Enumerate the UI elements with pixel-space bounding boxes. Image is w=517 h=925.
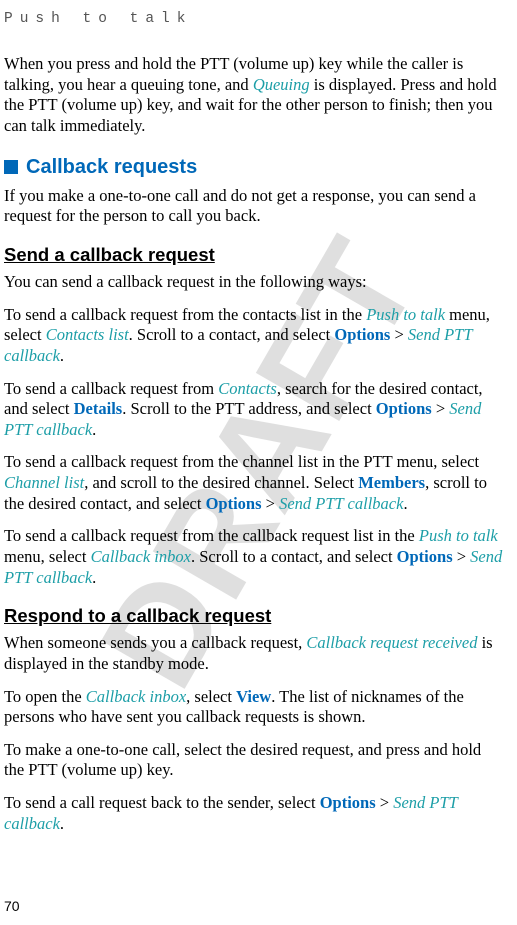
text: . [92,420,96,439]
text: > [432,399,450,418]
page-content: Push to talk When you press and hold the… [4,10,505,834]
ptt-term: Push to talk [366,305,445,324]
ptt-term: Push to talk [419,526,498,545]
options-term: Options [397,547,453,566]
send-from-callback-list: To send a callback request from the call… [4,526,505,588]
send-ways: You can send a callback request in the f… [4,272,505,293]
text: To send a callback request from [4,379,218,398]
text: . Scroll to a contact, and select [129,325,335,344]
text: To open the [4,687,86,706]
callback-inbox-term: Callback inbox [91,547,191,566]
view-term: View [236,687,271,706]
subheading-send: Send a callback request [4,243,505,266]
options-term: Options [206,494,262,513]
callback-inbox-term: Callback inbox [86,687,186,706]
text: To send a callback request from the cont… [4,305,366,324]
text: , select [186,687,236,706]
text: . [403,494,407,513]
send-from-contacts: To send a callback request from Contacts… [4,379,505,441]
text: > [390,325,408,344]
text: . [60,346,64,365]
square-bullet-icon [4,160,18,174]
send-ptt-callback-term: Send PTT callback [279,494,403,513]
respond-open-inbox: To open the Callback inbox, select View.… [4,687,505,728]
contacts-term: Contacts [218,379,277,398]
text: To send a callback request from the chan… [4,452,479,471]
text: menu, select [4,547,91,566]
options-term: Options [320,793,376,812]
respond-received: When someone sends you a callback reques… [4,633,505,674]
running-header: Push to talk [4,10,505,28]
text: > [262,494,280,513]
send-from-channel-list: To send a callback request from the chan… [4,452,505,514]
section-heading-callback: Callback requests [4,155,505,180]
members-term: Members [358,473,425,492]
text: When someone sends you a callback reques… [4,633,306,652]
options-term: Options [376,399,432,418]
text: . [92,568,96,587]
text: . [60,814,64,833]
text: . Scroll to a contact, and select [191,547,397,566]
respond-send-back: To send a call request back to the sende… [4,793,505,834]
channel-list-term: Channel list [4,473,84,492]
text: To send a callback request from the call… [4,526,419,545]
subheading-respond: Respond to a callback request [4,604,505,627]
section-title-text: Callback requests [26,155,197,180]
send-from-contacts-list: To send a callback request from the cont… [4,305,505,367]
page-number: 70 [4,898,20,916]
options-term: Options [334,325,390,344]
queuing-term: Queuing [253,75,310,94]
text: > [376,793,394,812]
text: To send a call request back to the sende… [4,793,320,812]
respond-one-to-one: To make a one-to-one call, select the de… [4,740,505,781]
text: . Scroll to the PTT address, and select [122,399,376,418]
details-term: Details [74,399,123,418]
intro-paragraph: When you press and hold the PTT (volume … [4,54,505,137]
section-intro: If you make a one-to-one call and do not… [4,186,505,227]
callback-received-term: Callback request received [306,633,477,652]
contacts-list-term: Contacts list [46,325,129,344]
text: > [453,547,471,566]
text: , and scroll to the desired channel. Sel… [84,473,358,492]
